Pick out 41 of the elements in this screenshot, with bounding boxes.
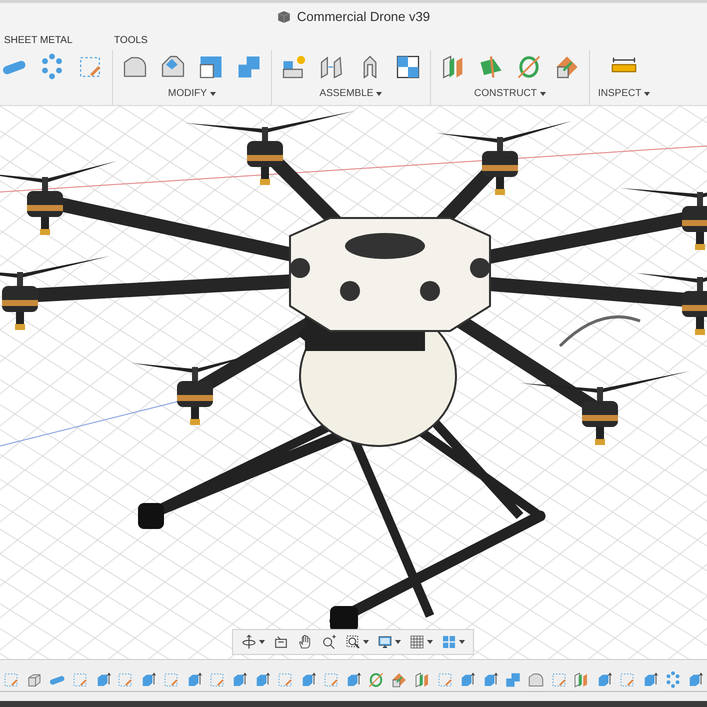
sketch-icon <box>208 670 226 688</box>
caret-icon <box>363 640 369 644</box>
sketch-icon <box>322 670 340 688</box>
group-menu-button[interactable]: INSPECT <box>596 86 652 101</box>
sketch-icon <box>2 670 20 688</box>
group-menu-button[interactable]: ASSEMBLE <box>318 86 384 101</box>
window-title: Commercial Drone v39 <box>297 9 430 24</box>
sketch-icon <box>436 670 454 688</box>
toolbar-tab[interactable]: SHEET METAL <box>0 34 110 46</box>
combine-icon <box>504 670 522 688</box>
cube-icon <box>277 10 292 24</box>
caret-icon <box>210 92 216 96</box>
group-menu-button[interactable]: CONSTRUCT <box>472 86 548 101</box>
caret-icon <box>427 640 433 644</box>
dots-icon <box>664 670 682 688</box>
sketch-icon <box>276 670 294 688</box>
axis-icon <box>367 670 386 688</box>
group-menu-button[interactable]: MODIFY <box>166 86 218 101</box>
toolbar-tab[interactable]: TOOLS <box>110 34 190 46</box>
fillet-icon <box>526 670 545 688</box>
caret-icon <box>644 92 650 96</box>
zoom-window-icon <box>345 634 361 650</box>
look-at-icon <box>273 634 289 650</box>
sketch-icon <box>618 670 636 688</box>
hand-icon <box>297 634 313 650</box>
caret-icon <box>376 92 382 96</box>
sketch-icon <box>162 670 180 688</box>
zoom-icon <box>321 634 337 650</box>
orbit-icon <box>241 634 257 650</box>
caret-icon <box>259 640 265 644</box>
sketch-icon <box>116 670 134 688</box>
monitor-icon <box>377 634 393 650</box>
grid-icon <box>409 634 425 650</box>
viewports-icon <box>441 634 457 650</box>
caret-icon <box>395 640 401 644</box>
plane-icon <box>390 670 408 688</box>
caret-icon <box>459 640 465 644</box>
sketch-icon <box>70 670 89 688</box>
caret-icon <box>540 92 546 96</box>
plane-icon <box>412 670 431 688</box>
sketch-icon <box>550 670 568 688</box>
